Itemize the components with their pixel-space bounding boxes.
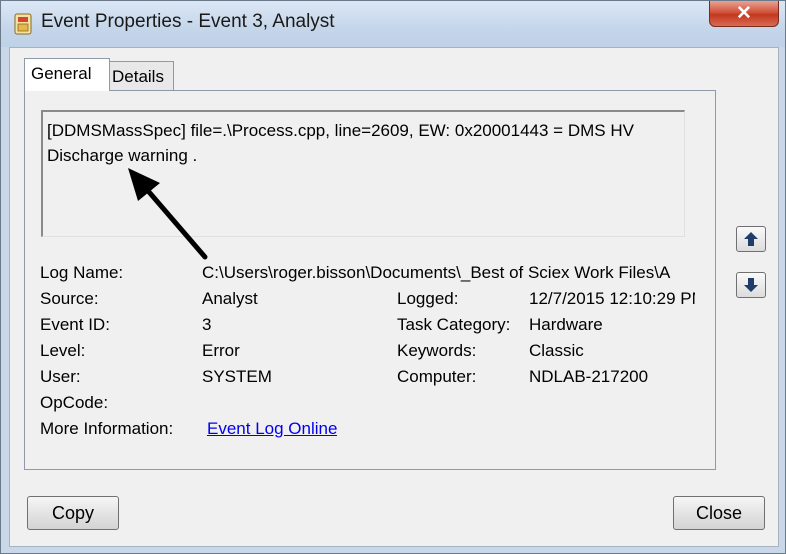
logged-value[interactable]: 12/7/2015 12:10:29 PM	[529, 289, 695, 309]
copy-button[interactable]: Copy	[27, 496, 119, 530]
more-information-label: More Information:	[40, 419, 174, 438]
window-close-button[interactable]: ✕	[709, 1, 779, 27]
logged-label: Logged:	[397, 289, 459, 308]
tab-general-label: General	[31, 64, 92, 83]
window-title: Event Properties - Event 3, Analyst	[41, 11, 335, 32]
tab-details[interactable]: Details	[106, 61, 174, 91]
event-viewer-icon	[14, 13, 32, 35]
user-value[interactable]: SYSTEM	[202, 367, 272, 387]
computer-value[interactable]: NDLAB-217200	[529, 367, 648, 387]
level-label: Level:	[40, 341, 86, 360]
source-label: Source:	[40, 289, 99, 308]
general-tab-panel: [DDMSMassSpec] file=.\Process.cpp, line=…	[24, 90, 716, 470]
computer-label: Computer:	[397, 367, 477, 386]
task-category-value[interactable]: Hardware	[529, 315, 603, 335]
close-button[interactable]: Close	[673, 496, 765, 530]
opcode-label: OpCode:	[40, 393, 109, 412]
event-description-text: [DDMSMassSpec] file=.\Process.cpp, line=…	[47, 121, 634, 165]
close-icon: ✕	[736, 3, 752, 24]
tab-general[interactable]: General	[24, 58, 110, 91]
event-id-value[interactable]: 3	[202, 315, 211, 335]
next-event-button[interactable]	[736, 272, 766, 298]
event-description-box[interactable]: [DDMSMassSpec] file=.\Process.cpp, line=…	[41, 110, 685, 237]
log-name-value[interactable]: C:\Users\roger.bisson\Documents\_Best of…	[202, 263, 702, 283]
tab-details-label: Details	[112, 67, 164, 86]
down-arrow-icon	[744, 278, 758, 292]
event-log-online-link[interactable]: Event Log Online	[207, 419, 337, 439]
keywords-value[interactable]: Classic	[529, 341, 584, 361]
source-value[interactable]: Analyst	[202, 289, 258, 309]
dialog-body: General Details [DDMSMassSpec] file=.\Pr…	[9, 47, 779, 547]
user-label: User:	[40, 367, 81, 386]
level-value[interactable]: Error	[202, 341, 240, 361]
event-id-label: Event ID:	[40, 315, 110, 334]
task-category-label: Task Category:	[397, 315, 511, 334]
title-bar[interactable]: Event Properties - Event 3, Analyst ✕	[1, 1, 785, 47]
keywords-label: Keywords:	[397, 341, 477, 360]
log-name-label: Log Name:	[40, 263, 124, 282]
up-arrow-icon	[744, 232, 758, 246]
previous-event-button[interactable]	[736, 226, 766, 252]
event-properties-window: Event Properties - Event 3, Analyst ✕ Ge…	[0, 0, 786, 554]
